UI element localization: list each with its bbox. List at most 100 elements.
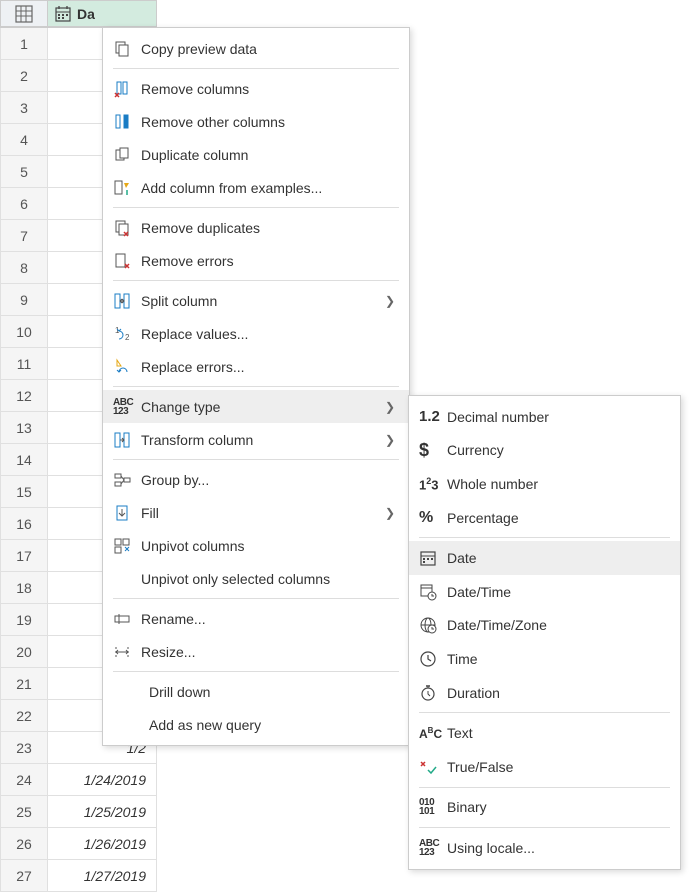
separator bbox=[113, 207, 399, 208]
menu-replace-values[interactable]: 12 Replace values... bbox=[103, 317, 409, 350]
menu-copy-preview[interactable]: Copy preview data bbox=[103, 32, 409, 65]
chevron-right-icon: ❯ bbox=[385, 506, 395, 520]
table-row[interactable]: 251/25/2019 bbox=[0, 796, 157, 828]
remove-duplicates-icon bbox=[113, 219, 131, 237]
row-number[interactable]: 19 bbox=[0, 604, 48, 636]
row-number[interactable]: 17 bbox=[0, 540, 48, 572]
data-cell[interactable]: 1/27/2019 bbox=[48, 860, 157, 892]
table-icon bbox=[15, 5, 33, 23]
row-number[interactable]: 6 bbox=[0, 188, 48, 220]
type-datetimezone[interactable]: Date/Time/Zone bbox=[409, 609, 680, 643]
type-percentage[interactable]: % Percentage bbox=[409, 501, 680, 535]
menu-rename[interactable]: Rename... bbox=[103, 602, 409, 635]
row-number[interactable]: 9 bbox=[0, 284, 48, 316]
row-number[interactable]: 4 bbox=[0, 124, 48, 156]
time-icon bbox=[419, 650, 437, 668]
menu-group-by[interactable]: Group by... bbox=[103, 463, 409, 496]
menu-remove-errors[interactable]: Remove errors bbox=[103, 244, 409, 277]
row-number[interactable]: 26 bbox=[0, 828, 48, 860]
type-time[interactable]: Time bbox=[409, 642, 680, 676]
duplicate-icon bbox=[113, 146, 131, 164]
replace-errors-icon bbox=[113, 358, 131, 376]
table-corner-cell[interactable] bbox=[0, 0, 48, 27]
table-row[interactable]: 271/27/2019 bbox=[0, 860, 157, 892]
remove-errors-icon bbox=[113, 252, 131, 270]
menu-add-as-new-query[interactable]: Add as new query bbox=[103, 708, 409, 741]
type-using-locale[interactable]: ABC123 Using locale... bbox=[409, 831, 680, 865]
menu-add-from-examples[interactable]: Add column from examples... bbox=[103, 171, 409, 204]
row-number[interactable]: 16 bbox=[0, 508, 48, 540]
row-number[interactable]: 18 bbox=[0, 572, 48, 604]
chevron-right-icon: ❯ bbox=[385, 294, 395, 308]
column-header-date[interactable]: Da bbox=[48, 0, 157, 27]
column-context-menu: Copy preview data Remove columns Remove … bbox=[102, 27, 410, 746]
type-whole-number[interactable]: 123 Whole number bbox=[409, 467, 680, 501]
separator bbox=[113, 68, 399, 69]
type-binary[interactable]: 010101 Binary bbox=[409, 791, 680, 825]
row-number[interactable]: 1 bbox=[0, 28, 48, 60]
row-number[interactable]: 7 bbox=[0, 220, 48, 252]
menu-unpivot[interactable]: Unpivot columns bbox=[103, 529, 409, 562]
row-number[interactable]: 27 bbox=[0, 860, 48, 892]
type-decimal-number[interactable]: 1.2 Decimal number bbox=[409, 400, 680, 434]
currency-icon: $ bbox=[419, 440, 429, 461]
type-true-false[interactable]: True/False bbox=[409, 750, 680, 784]
row-number[interactable]: 24 bbox=[0, 764, 48, 796]
row-number[interactable]: 14 bbox=[0, 444, 48, 476]
menu-duplicate-column[interactable]: Duplicate column bbox=[103, 138, 409, 171]
row-number[interactable]: 2 bbox=[0, 60, 48, 92]
row-number[interactable]: 23 bbox=[0, 732, 48, 764]
row-number[interactable]: 21 bbox=[0, 668, 48, 700]
menu-remove-duplicates[interactable]: Remove duplicates bbox=[103, 211, 409, 244]
table-header-row: Da bbox=[0, 0, 157, 28]
percentage-icon: % bbox=[419, 509, 433, 527]
truefalse-icon bbox=[419, 758, 437, 776]
data-cell[interactable]: 1/24/2019 bbox=[48, 764, 157, 796]
decimal-icon: 1.2 bbox=[419, 408, 440, 425]
row-number[interactable]: 13 bbox=[0, 412, 48, 444]
type-currency[interactable]: $ Currency bbox=[409, 434, 680, 468]
table-row[interactable]: 241/24/2019 bbox=[0, 764, 157, 796]
chevron-right-icon: ❯ bbox=[385, 433, 395, 447]
add-examples-icon bbox=[113, 179, 131, 197]
row-number[interactable]: 8 bbox=[0, 252, 48, 284]
menu-drill-down[interactable]: Drill down bbox=[103, 675, 409, 708]
type-datetime[interactable]: Date/Time bbox=[409, 575, 680, 609]
menu-replace-errors[interactable]: Replace errors... bbox=[103, 350, 409, 383]
type-date[interactable]: Date bbox=[409, 541, 680, 575]
menu-fill[interactable]: Fill ❯ bbox=[103, 496, 409, 529]
separator bbox=[419, 827, 670, 828]
separator bbox=[113, 671, 399, 672]
menu-change-type[interactable]: ABC123 Change type ❯ bbox=[103, 390, 409, 423]
rename-icon bbox=[113, 610, 131, 628]
menu-unpivot-selected[interactable]: Unpivot only selected columns bbox=[103, 562, 409, 595]
separator bbox=[113, 459, 399, 460]
whole-number-icon: 123 bbox=[419, 476, 438, 492]
row-number[interactable]: 22 bbox=[0, 700, 48, 732]
data-cell[interactable]: 1/25/2019 bbox=[48, 796, 157, 828]
menu-split-column[interactable]: Split column ❯ bbox=[103, 284, 409, 317]
data-cell[interactable]: 1/26/2019 bbox=[48, 828, 157, 860]
replace-values-icon: 12 bbox=[113, 325, 131, 343]
row-number[interactable]: 3 bbox=[0, 92, 48, 124]
row-number[interactable]: 25 bbox=[0, 796, 48, 828]
menu-resize[interactable]: Resize... bbox=[103, 635, 409, 668]
remove-other-columns-icon bbox=[113, 113, 131, 131]
table-row[interactable]: 261/26/2019 bbox=[0, 828, 157, 860]
abc123-icon: ABC123 bbox=[419, 839, 439, 857]
separator bbox=[113, 598, 399, 599]
remove-columns-icon bbox=[113, 80, 131, 98]
chevron-right-icon: ❯ bbox=[385, 400, 395, 414]
type-text[interactable]: ABC Text bbox=[409, 716, 680, 750]
menu-transform-column[interactable]: Transform column ❯ bbox=[103, 423, 409, 456]
row-number[interactable]: 12 bbox=[0, 380, 48, 412]
row-number[interactable]: 5 bbox=[0, 156, 48, 188]
separator bbox=[419, 712, 670, 713]
row-number[interactable]: 10 bbox=[0, 316, 48, 348]
type-duration[interactable]: Duration bbox=[409, 676, 680, 710]
row-number[interactable]: 20 bbox=[0, 636, 48, 668]
row-number[interactable]: 11 bbox=[0, 348, 48, 380]
menu-remove-other-columns[interactable]: Remove other columns bbox=[103, 105, 409, 138]
row-number[interactable]: 15 bbox=[0, 476, 48, 508]
menu-remove-columns[interactable]: Remove columns bbox=[103, 72, 409, 105]
